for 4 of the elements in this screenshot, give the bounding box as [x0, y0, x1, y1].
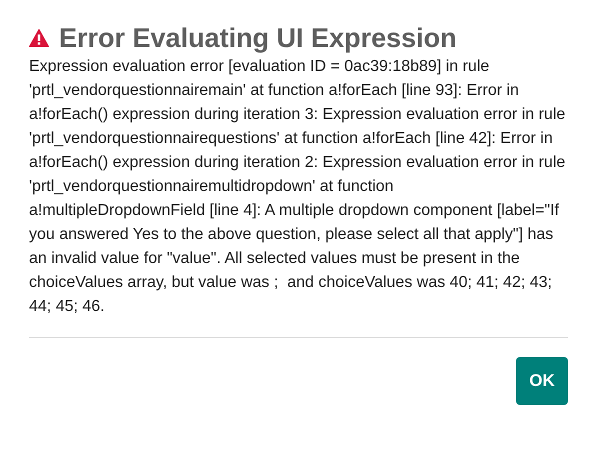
dialog-title: Error Evaluating UI Expression — [59, 22, 457, 54]
warning-icon — [29, 29, 49, 47]
ok-button[interactable]: OK — [516, 357, 568, 405]
error-message: Expression evaluation error [evaluation ID = 0ac39:18b89] in rule 'prtl_vendorquestionnairemain' at function a!forEach [line 93]: Error in a!forEach() expression during iteration 3: Expression evaluation error in rule 'prtl_vendorquestionnairequestions' at function a!forEach [line 42]: Error in a!forEach() expression during iteration 2: Expression evaluation error in rule 'prtl_vendorquestionnairemultidropdown' at function a!multipleDropdownField [line 4]: A multiple dropdown component [label="If you answered Yes to the above question, please select all that apply"] has an invalid value for "value". All selected values must be present in the choiceValues array, but value was ; and choiceValues was 40; 41; 42; 43; 44; 45; 46. — [29, 57, 566, 317]
